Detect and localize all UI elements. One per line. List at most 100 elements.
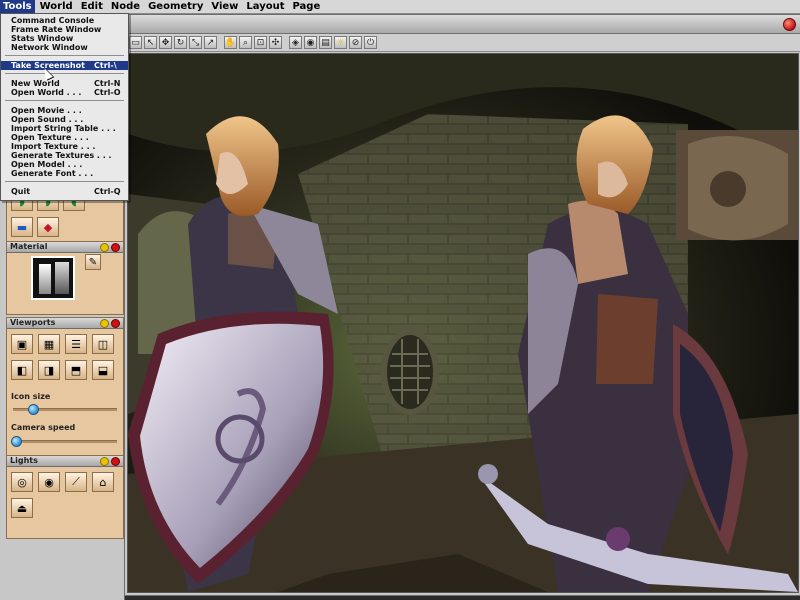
render-mode-icon[interactable]: ▤: [319, 36, 332, 49]
tools-dropdown-menu: Command Console Frame Rate Window Stats …: [0, 13, 129, 201]
menu-item-label: Quit: [11, 187, 31, 196]
toolbar-button-icon[interactable]: ▭: [129, 36, 142, 49]
menu-item-label: Open Sound . . .: [11, 115, 84, 124]
spot-light-icon[interactable]: ⟋: [65, 472, 87, 492]
menu-item-label: Open World . . .: [11, 88, 82, 97]
menu-item-generate-font[interactable]: Generate Font . . .: [1, 169, 128, 178]
layout-quad-icon[interactable]: ▦: [38, 334, 60, 354]
menu-item-label: New World: [11, 79, 60, 88]
viewports-pane: Viewports ▣ ▦ ☰ ◫ ◧ ◨ ⬒ ⬓ Icon size Came…: [6, 317, 124, 459]
select-arrow-icon[interactable]: ↖: [144, 36, 157, 49]
lights-pane: Lights ◎ ◉ ⟋ ⌂ ⏏: [6, 455, 124, 539]
viewports-pane-title: Viewports: [7, 318, 123, 329]
power-icon[interactable]: ⏻: [364, 36, 377, 49]
menu-item-open-texture[interactable]: Open Texture . . .: [1, 133, 128, 142]
menu-item-quit[interactable]: Quit Ctrl-Q: [1, 187, 128, 196]
close-icon[interactable]: [111, 319, 120, 328]
camera-speed-track[interactable]: [13, 440, 117, 443]
menu-item-take-screenshot[interactable]: Take Screenshot Ctrl-\: [1, 61, 128, 70]
menu-item-label: Open Model . . .: [11, 160, 83, 169]
menu-item-new-world[interactable]: New World Ctrl-N: [1, 79, 128, 88]
minimize-icon[interactable]: [100, 243, 109, 252]
area-light-icon[interactable]: ⌂: [92, 472, 114, 492]
menu-separator: [5, 55, 124, 56]
menu-item-stats-window[interactable]: Stats Window: [1, 34, 128, 43]
menu-node[interactable]: Node: [108, 0, 143, 13]
minimize-icon[interactable]: [100, 457, 109, 466]
cube-view-icon[interactable]: ◈: [289, 36, 302, 49]
layout-vertical-icon[interactable]: ◫: [92, 334, 114, 354]
menu-item-open-sound[interactable]: Open Sound . . .: [1, 115, 128, 124]
window-titlebar[interactable]: [125, 15, 800, 34]
menu-geometry[interactable]: Geometry: [145, 0, 206, 13]
menu-tools[interactable]: Tools: [0, 0, 35, 13]
menu-separator: [5, 181, 124, 182]
directional-light-icon[interactable]: ⏏: [11, 498, 33, 518]
toolbar: ▭ ↖ ✥ ↻ ⤡ ↗ ✋ ⌕ ⊡ ✣ ◈ ◉ ▤ ☼ ⊘ ⏻: [125, 34, 800, 52]
menu-item-open-movie[interactable]: Open Movie . . .: [1, 106, 128, 115]
menu-item-import-texture[interactable]: Import Texture . . .: [1, 142, 128, 151]
3d-viewport[interactable]: [127, 53, 799, 593]
viewports-title: Viewports: [10, 318, 56, 327]
close-icon[interactable]: [111, 457, 120, 466]
menu-item-label: Open Texture . . .: [11, 133, 89, 142]
menu-item-label: Frame Rate Window: [11, 25, 102, 34]
menu-item-label: Command Console: [11, 16, 95, 25]
menu-separator: [5, 73, 124, 74]
zoom-region-icon[interactable]: ⊡: [254, 36, 267, 49]
menu-item-generate-textures[interactable]: Generate Textures . . .: [1, 151, 128, 160]
no-symbol-icon[interactable]: ⊘: [349, 36, 362, 49]
layout-right-split-icon[interactable]: ◨: [38, 360, 60, 380]
lights-title: Lights: [10, 456, 38, 465]
layout-horizontal-icon[interactable]: ☰: [65, 334, 87, 354]
menu-item-label: Stats Window: [11, 34, 74, 43]
orbit-icon[interactable]: ✣: [269, 36, 282, 49]
light-bulb-icon[interactable]: ☼: [334, 36, 347, 49]
menu-item-shortcut: Ctrl-Q: [94, 187, 121, 196]
menu-view[interactable]: View: [208, 0, 241, 13]
menu-layout[interactable]: Layout: [243, 0, 287, 13]
hand-pan-icon[interactable]: ✋: [224, 36, 237, 49]
menu-item-label: Generate Textures . . .: [11, 151, 112, 160]
menu-item-shortcut: Ctrl-\: [94, 61, 117, 70]
menu-item-import-string-table[interactable]: Import String Table . . .: [1, 124, 128, 133]
menu-edit[interactable]: Edit: [78, 0, 106, 13]
menu-item-network-window[interactable]: Network Window: [1, 43, 128, 52]
omni-light-icon[interactable]: ◎: [11, 472, 33, 492]
menu-item-label: Import String Table . . .: [11, 124, 116, 133]
rotate-tool-icon[interactable]: ↻: [174, 36, 187, 49]
menu-item-open-model[interactable]: Open Model . . .: [1, 160, 128, 169]
eraser-icon[interactable]: ◆: [37, 217, 59, 237]
close-icon[interactable]: [111, 243, 120, 252]
material-thumbnail[interactable]: [31, 256, 75, 300]
scale-tool-icon[interactable]: ⤡: [189, 36, 202, 49]
menu-item-label: Open Movie . . .: [11, 106, 82, 115]
layout-bottom-split-icon[interactable]: ⬓: [92, 360, 114, 380]
menu-page[interactable]: Page: [290, 0, 324, 13]
menu-item-shortcut: Ctrl-N: [94, 79, 121, 88]
camera-speed-slider[interactable]: [11, 436, 22, 447]
move-tool-icon[interactable]: ✥: [159, 36, 172, 49]
menu-item-label: Import Texture . . .: [11, 142, 96, 151]
icon-size-slider[interactable]: [28, 404, 39, 415]
menu-item-frame-rate-window[interactable]: Frame Rate Window: [1, 25, 128, 34]
camera-speed-label: Camera speed: [11, 423, 76, 432]
material-pane-title: Material: [7, 242, 123, 253]
close-window-button[interactable]: [783, 18, 796, 31]
layout-single-icon[interactable]: ▣: [11, 334, 33, 354]
minimize-icon[interactable]: [100, 319, 109, 328]
menu-world[interactable]: World: [37, 0, 76, 13]
menu-item-label: Network Window: [11, 43, 88, 52]
layout-top-split-icon[interactable]: ⬒: [65, 360, 87, 380]
layout-left-split-icon[interactable]: ◧: [11, 360, 33, 380]
icon-size-label: Icon size: [11, 392, 51, 401]
menu-item-open-world[interactable]: Open World . . . Ctrl-O: [1, 88, 128, 97]
zoom-icon[interactable]: ⌕: [239, 36, 252, 49]
menu-item-command-console[interactable]: Command Console: [1, 16, 128, 25]
lights-pane-title: Lights: [7, 456, 123, 467]
link-tool-icon[interactable]: ↗: [204, 36, 217, 49]
eyedropper-icon[interactable]: ✎: [85, 254, 101, 270]
plane-icon[interactable]: ▬: [11, 217, 33, 237]
camera-icon[interactable]: ◉: [304, 36, 317, 49]
point-light-icon[interactable]: ◉: [38, 472, 60, 492]
